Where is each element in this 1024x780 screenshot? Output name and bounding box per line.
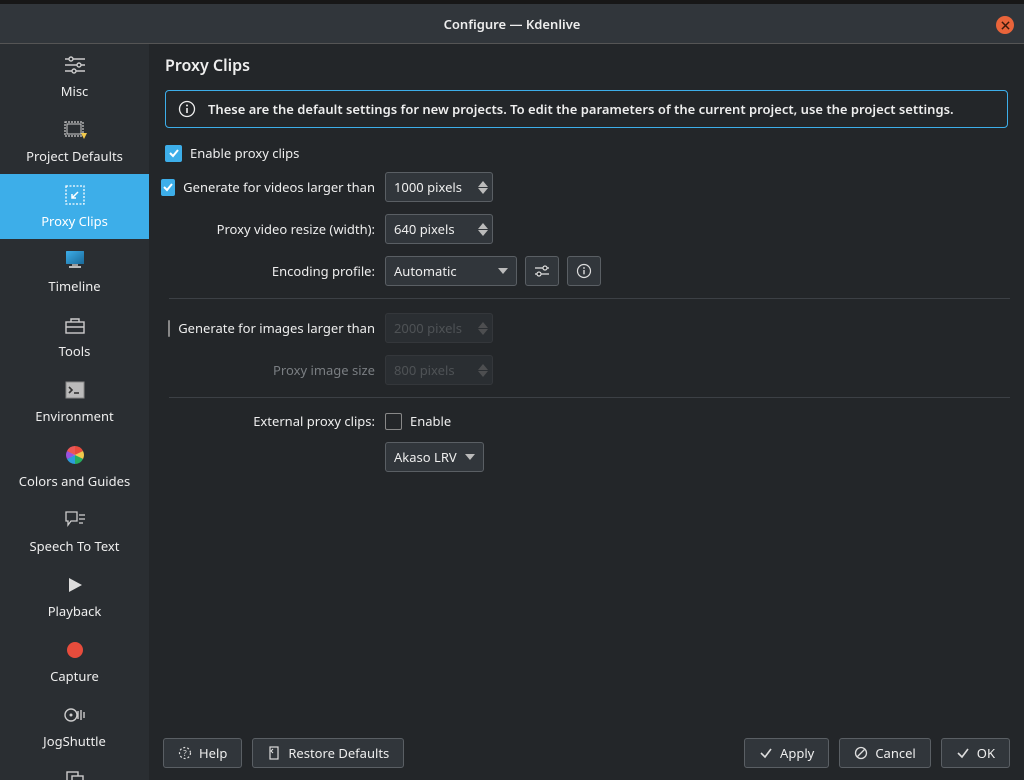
terminal-icon — [4, 377, 145, 403]
restore-label: Restore Defaults — [288, 744, 389, 762]
speech-text-icon — [4, 507, 145, 533]
gen-image-value: 2000 pixels — [394, 319, 462, 337]
film-new-icon — [4, 117, 145, 143]
sidebar-item-proxy-clips[interactable]: Proxy Clips — [0, 174, 149, 239]
sidebar: Misc Project Defaults Proxy Clips Timeli… — [0, 44, 149, 780]
image-size-spin[interactable]: 800 pixels — [385, 355, 493, 385]
divider — [169, 298, 1010, 299]
sidebar-item-transcode[interactable]: Transcode — [0, 759, 149, 780]
sidebar-label: Playback — [4, 602, 145, 620]
page-title: Proxy Clips — [163, 54, 1010, 76]
ok-button[interactable]: OK — [941, 738, 1010, 768]
info-icon — [576, 263, 592, 279]
document-revert-icon — [267, 746, 281, 760]
sidebar-label: Colors and Guides — [4, 472, 145, 490]
encoding-edit-button[interactable] — [525, 256, 559, 286]
sliders-icon — [534, 264, 550, 278]
content-pane: Proxy Clips These are the default settin… — [149, 44, 1024, 780]
gen-video-spin[interactable]: 1000 pixels — [385, 172, 493, 202]
external-profile-combo[interactable]: Akaso LRV — [385, 442, 484, 472]
sidebar-label: Environment — [4, 407, 145, 425]
spin-arrows-icon — [478, 181, 488, 194]
apply-button[interactable]: Apply — [744, 738, 829, 768]
copy-icon — [4, 767, 145, 780]
resize-label: Proxy video resize (width): — [217, 220, 375, 238]
gen-video-label: Generate for videos larger than — [183, 178, 375, 196]
sidebar-item-project-defaults[interactable]: Project Defaults — [0, 109, 149, 174]
enable-proxy-checkbox[interactable] — [165, 145, 182, 162]
info-icon — [178, 100, 196, 118]
check-icon — [956, 746, 970, 760]
play-icon — [4, 572, 145, 598]
gen-video-value: 1000 pixels — [394, 178, 462, 196]
svg-text:?: ? — [183, 748, 187, 759]
close-button[interactable] — [996, 16, 1014, 34]
spin-arrows-icon — [478, 223, 488, 236]
spin-arrows-icon — [478, 364, 488, 377]
encoding-info-button[interactable] — [567, 256, 601, 286]
spin-arrows-icon — [478, 322, 488, 335]
external-profile-value: Akaso LRV — [394, 448, 457, 466]
window-title: Configure — Kdenlive — [444, 15, 581, 33]
divider — [169, 397, 1010, 398]
sidebar-item-misc[interactable]: Misc — [0, 44, 149, 109]
sidebar-label: Project Defaults — [4, 147, 145, 165]
color-wheel-icon — [4, 442, 145, 468]
chevron-down-icon — [498, 268, 508, 274]
titlebar: Configure — Kdenlive — [0, 4, 1024, 44]
encoding-value: Automatic — [394, 262, 457, 280]
check-icon — [759, 746, 773, 760]
cancel-icon — [854, 746, 868, 760]
sidebar-item-environment[interactable]: Environment — [0, 369, 149, 434]
ok-label: OK — [977, 744, 995, 762]
gen-image-label: Generate for images larger than — [178, 319, 375, 337]
apply-label: Apply — [780, 744, 814, 762]
record-icon — [4, 637, 145, 663]
external-label: External proxy clips: — [253, 412, 375, 430]
sidebar-label: Tools — [4, 342, 145, 360]
sidebar-item-tools[interactable]: Tools — [0, 304, 149, 369]
encoding-label: Encoding profile: — [272, 262, 375, 280]
resize-spin[interactable]: 640 pixels — [385, 214, 493, 244]
image-size-label: Proxy image size — [273, 361, 375, 379]
restore-defaults-button[interactable]: Restore Defaults — [252, 738, 404, 768]
info-banner: These are the default settings for new p… — [165, 90, 1008, 128]
gen-video-checkbox[interactable] — [161, 179, 175, 196]
external-enable-checkbox[interactable] — [385, 413, 402, 430]
close-icon — [1001, 21, 1010, 30]
sidebar-label: Proxy Clips — [4, 212, 145, 230]
sidebar-item-capture[interactable]: Capture — [0, 629, 149, 694]
encoding-combo[interactable]: Automatic — [385, 256, 517, 286]
toolbox-icon — [4, 312, 145, 338]
sidebar-label: Misc — [4, 82, 145, 100]
gen-image-checkbox[interactable] — [168, 320, 170, 337]
cancel-label: Cancel — [875, 744, 915, 762]
sidebar-item-jogshuttle[interactable]: JogShuttle — [0, 694, 149, 759]
sidebar-label: Timeline — [4, 277, 145, 295]
sidebar-label: Capture — [4, 667, 145, 685]
sidebar-label: JogShuttle — [4, 732, 145, 750]
help-icon: ? — [178, 746, 192, 760]
external-enable-label: Enable — [410, 412, 451, 430]
sidebar-item-timeline[interactable]: Timeline — [0, 239, 149, 304]
monitor-icon — [4, 247, 145, 273]
gen-image-spin[interactable]: 2000 pixels — [385, 313, 493, 343]
enable-proxy-label: Enable proxy clips — [190, 144, 299, 162]
image-size-value: 800 pixels — [394, 361, 455, 379]
footer: ? Help Restore Defaults Apply Cancel OK — [163, 728, 1010, 768]
sliders-icon — [4, 52, 145, 78]
resize-value: 640 pixels — [394, 220, 455, 238]
banner-text: These are the default settings for new p… — [208, 100, 954, 118]
sidebar-item-playback[interactable]: Playback — [0, 564, 149, 629]
jog-icon — [4, 702, 145, 728]
help-button[interactable]: ? Help — [163, 738, 242, 768]
help-label: Help — [199, 744, 227, 762]
sidebar-item-speech-to-text[interactable]: Speech To Text — [0, 499, 149, 564]
enable-proxy-row: Enable proxy clips — [165, 144, 1008, 162]
cancel-button[interactable]: Cancel — [839, 738, 930, 768]
sidebar-item-colors-guides[interactable]: Colors and Guides — [0, 434, 149, 499]
scale-icon — [4, 182, 145, 208]
sidebar-label: Speech To Text — [4, 537, 145, 555]
chevron-down-icon — [465, 454, 475, 460]
